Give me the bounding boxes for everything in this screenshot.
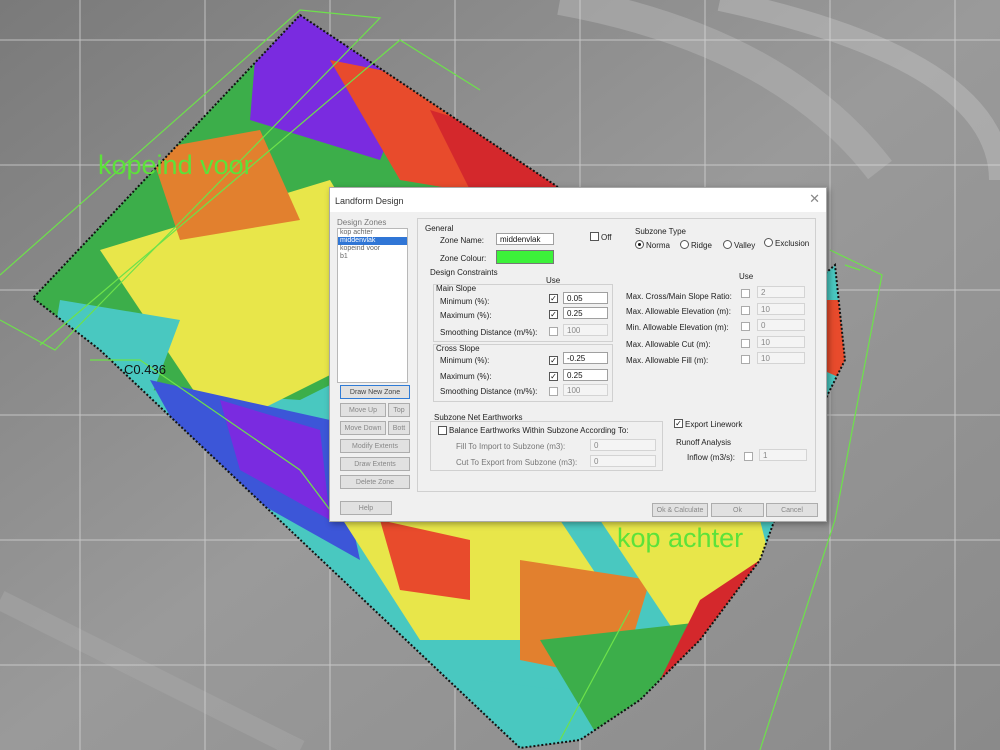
radio-valley-label: Valley xyxy=(734,241,756,250)
help-button[interactable]: Help xyxy=(340,501,392,515)
export-linework-checkbox[interactable]: ✓ xyxy=(674,419,683,428)
zone-colour-swatch[interactable] xyxy=(496,250,554,264)
fill-import-input[interactable]: 0 xyxy=(590,439,656,451)
general-heading: General xyxy=(425,224,454,233)
list-item[interactable]: middenvlak xyxy=(338,237,407,245)
limit-checkbox[interactable] xyxy=(741,355,750,364)
cross-smoothing-input[interactable]: 100 xyxy=(563,384,608,396)
cut-export-input[interactable]: 0 xyxy=(590,455,656,467)
limit-label: Max. Allowable Cut (m): xyxy=(626,340,711,349)
radio-ridge-label: Ridge xyxy=(691,241,712,250)
cross-max-checkbox[interactable]: ✓ xyxy=(549,372,558,381)
zone-name-label: Zone Name: xyxy=(440,236,485,245)
cross-slope-heading: Cross Slope xyxy=(436,344,480,353)
move-up-button[interactable]: Move Up xyxy=(340,403,386,417)
list-item[interactable]: kop achter xyxy=(338,229,407,237)
zone-label-back: kop achter xyxy=(617,523,744,553)
draw-new-zone-button[interactable]: Draw New Zone xyxy=(340,385,410,399)
main-smoothing-label: Smoothing Distance (m/%): xyxy=(440,328,538,337)
limit-checkbox[interactable] xyxy=(741,322,750,331)
limit-input[interactable]: 0 xyxy=(757,319,805,331)
limit-label: Max. Cross/Main Slope Ratio: xyxy=(626,292,732,301)
inflow-label: Inflow (m3/s): xyxy=(687,453,736,462)
radio-norma-label: Norma xyxy=(646,241,671,250)
delete-zone-button[interactable]: Delete Zone xyxy=(340,475,410,489)
draw-extents-button[interactable]: Draw Extents xyxy=(340,457,410,471)
fill-import-label: Fill To Import to Subzone (m3): xyxy=(456,442,566,451)
subzone-type-heading: Subzone Type xyxy=(635,227,687,236)
limit-label: Max. Allowable Elevation (m): xyxy=(626,307,731,316)
balance-earthworks-checkbox[interactable] xyxy=(438,426,447,435)
zone-colour-label: Zone Colour: xyxy=(440,254,487,263)
design-constraints-heading: Design Constraints xyxy=(430,268,498,277)
main-min-input[interactable]: 0.05 xyxy=(563,292,608,304)
main-max-checkbox[interactable]: ✓ xyxy=(549,310,558,319)
main-max-label: Maximum (%): xyxy=(440,311,492,320)
landform-design-dialog: Landform Design ✕ Design Zones kop achte… xyxy=(329,187,827,522)
cut-export-label: Cut To Export from Subzone (m3): xyxy=(456,458,578,467)
limit-checkbox[interactable] xyxy=(741,306,750,315)
cross-min-label: Minimum (%): xyxy=(440,356,490,365)
limit-checkbox[interactable] xyxy=(741,289,750,298)
export-linework-label: Export Linework xyxy=(685,420,743,429)
cancel-button[interactable]: Cancel xyxy=(766,503,818,517)
close-icon[interactable]: ✕ xyxy=(809,191,820,207)
top-button[interactable]: Top xyxy=(388,403,410,417)
limit-checkbox[interactable] xyxy=(741,339,750,348)
radio-valley[interactable] xyxy=(723,240,732,249)
bottom-button[interactable]: Bott xyxy=(388,421,410,435)
design-zones-list[interactable]: kop achter middenvlak kopeind voor b1 xyxy=(337,228,408,383)
move-down-button[interactable]: Move Down xyxy=(340,421,386,435)
cross-smoothing-label: Smoothing Distance (m/%): xyxy=(440,387,538,396)
cross-min-checkbox[interactable]: ✓ xyxy=(549,356,558,365)
radio-norma[interactable] xyxy=(635,240,644,249)
inflow-checkbox[interactable] xyxy=(744,452,753,461)
balance-earthworks-label: Balance Earthworks Within Subzone Accord… xyxy=(449,426,629,435)
cross-max-label: Maximum (%): xyxy=(440,372,492,381)
main-slope-heading: Main Slope xyxy=(436,284,477,293)
contour-value-label: C0.436 xyxy=(124,362,166,377)
radio-exclusion-label: Exclusion xyxy=(775,239,810,248)
limit-label: Min. Allowable Elevation (m): xyxy=(626,323,729,332)
main-smoothing-input[interactable]: 100 xyxy=(563,324,608,336)
dialog-titlebar[interactable]: Landform Design ✕ xyxy=(330,188,826,212)
limit-label: Max. Allowable Fill (m): xyxy=(626,356,709,365)
list-item[interactable]: b1 xyxy=(338,253,407,261)
cross-min-input[interactable]: -0.25 xyxy=(563,352,608,364)
cross-max-input[interactable]: 0.25 xyxy=(563,369,608,381)
ok-button[interactable]: Ok xyxy=(711,503,764,517)
runoff-analysis-heading: Runoff Analysis xyxy=(676,438,731,447)
radio-exclusion[interactable] xyxy=(764,238,773,247)
list-item[interactable]: kopeind voor xyxy=(338,245,407,253)
zone-label-front: kopeind voor xyxy=(98,150,253,180)
off-label: Off xyxy=(601,233,612,242)
off-checkbox[interactable] xyxy=(590,232,599,241)
design-zones-heading: Design Zones xyxy=(337,218,387,227)
limit-input[interactable]: 10 xyxy=(757,303,805,315)
cross-smoothing-checkbox[interactable] xyxy=(549,387,558,396)
limit-input[interactable]: 10 xyxy=(757,352,805,364)
limits-use-label: Use xyxy=(739,272,754,281)
main-smoothing-checkbox[interactable] xyxy=(549,327,558,336)
main-max-input[interactable]: 0.25 xyxy=(563,307,608,319)
modify-extents-button[interactable]: Modify Extents xyxy=(340,439,410,453)
radio-ridge[interactable] xyxy=(680,240,689,249)
main-min-checkbox[interactable]: ✓ xyxy=(549,294,558,303)
limit-input[interactable]: 10 xyxy=(757,336,805,348)
ok-calculate-button[interactable]: Ok & Calculate xyxy=(652,503,708,517)
inflow-input[interactable]: 1 xyxy=(759,449,807,461)
main-min-label: Minimum (%): xyxy=(440,297,490,306)
limit-input[interactable]: 2 xyxy=(757,286,805,298)
zone-name-input[interactable]: middenvlak xyxy=(496,233,554,245)
dialog-title: Landform Design xyxy=(335,196,404,206)
